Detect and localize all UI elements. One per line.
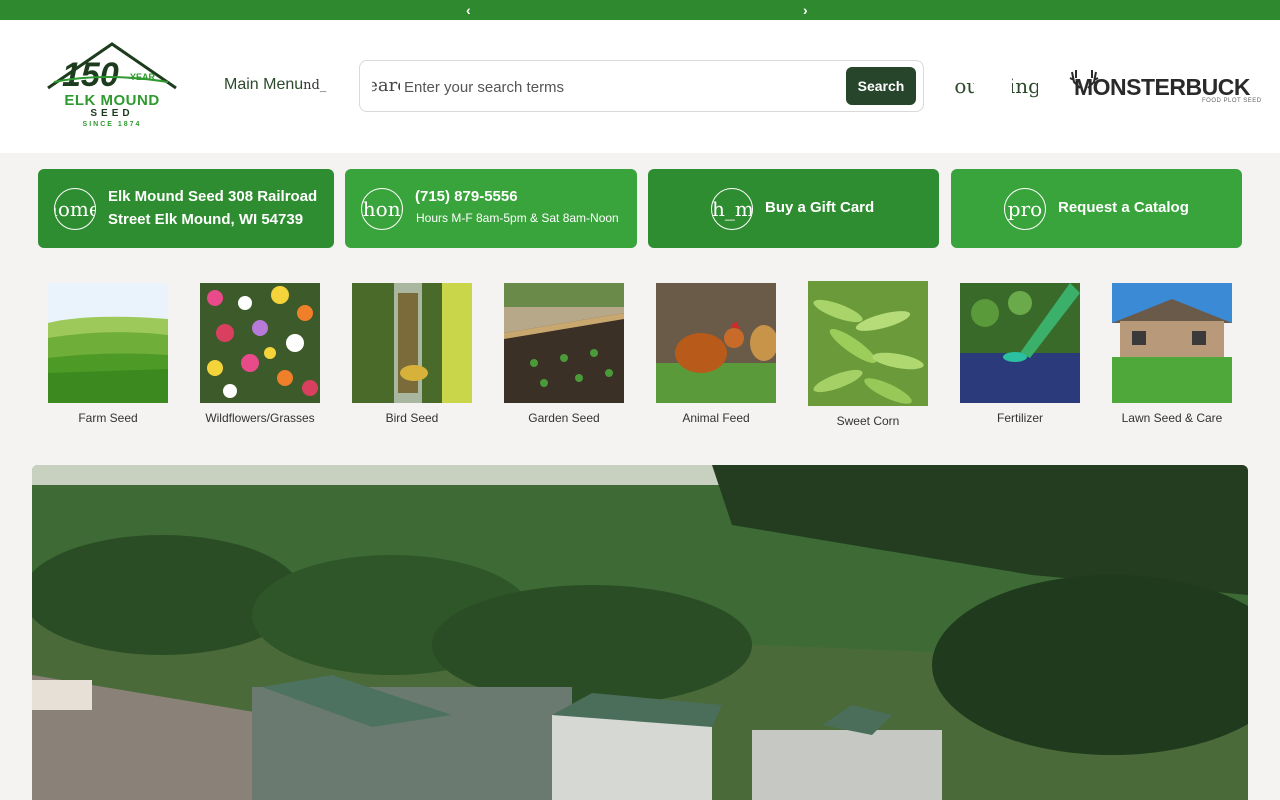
- category-wildflowers[interactable]: Wildflowers/Grasses: [200, 283, 320, 425]
- menu-icon: nd_: [303, 78, 327, 93]
- logo-seed-text: SEED: [90, 108, 134, 119]
- wildflowers-image: [200, 283, 320, 403]
- search-bar: search Search: [359, 60, 924, 112]
- category-label: Sweet Corn: [836, 414, 900, 428]
- main-menu-button[interactable]: Main Menund_: [224, 76, 328, 94]
- fertilizer-image: [960, 283, 1080, 403]
- category-farm-seed[interactable]: Farm Seed: [48, 283, 168, 425]
- monsterbuck-logo[interactable]: MONSTERBUCK FOOD PLOT SEED: [1066, 66, 1261, 110]
- site-header: 150 YEAR ELK MOUND SEED SINCE 1874 Main …: [0, 20, 1280, 153]
- search-icon: search: [372, 75, 400, 96]
- phone-number: (715) 879-5556: [415, 188, 518, 205]
- lawn-seed-image: [1112, 283, 1232, 403]
- account-icon[interactable]: account: [954, 74, 974, 98]
- garden-seed-image: [504, 283, 624, 403]
- bird-seed-image: [352, 283, 472, 403]
- catalog-icon: pro: [1004, 188, 1046, 230]
- farm-seed-image: [48, 283, 168, 403]
- carousel-prev-icon[interactable]: ‹: [466, 1, 471, 19]
- category-label: Wildflowers/Grasses: [205, 411, 315, 425]
- logo-brand-text: ELK MOUND: [64, 92, 160, 109]
- phone-card[interactable]: phone (715) 879-5556 Hours M-F 8am-5pm &…: [345, 169, 637, 248]
- gift-card-card[interactable]: h_m Buy a Gift Card: [648, 169, 939, 248]
- sweet-corn-image: [808, 281, 928, 406]
- category-lawn-seed[interactable]: Lawn Seed & Care: [1112, 283, 1232, 425]
- store-hours: Hours M-F 8am-5pm & Sat 8am-Noon: [416, 211, 619, 225]
- category-fertilizer[interactable]: Fertilizer: [960, 283, 1080, 425]
- svg-text:150: 150: [62, 56, 119, 94]
- address-card[interactable]: home Elk Mound Seed 308 Railroad Street …: [38, 169, 334, 248]
- category-sweet-corn[interactable]: Sweet Corn: [808, 281, 928, 428]
- monsterbuck-tagline: FOOD PLOT SEED: [1202, 98, 1262, 104]
- category-label: Garden Seed: [528, 411, 600, 425]
- logo-year-label: YEAR: [130, 72, 156, 82]
- monsterbuck-text: MONSTERBUCK: [1074, 74, 1250, 100]
- hero-image: [32, 465, 1248, 800]
- category-label: Bird Seed: [385, 411, 439, 425]
- search-input[interactable]: [404, 73, 834, 101]
- category-label: Farm Seed: [78, 411, 138, 425]
- category-garden-seed[interactable]: Garden Seed: [504, 283, 624, 425]
- elk-mound-seed-logo[interactable]: 150 YEAR ELK MOUND SEED SINCE 1874: [44, 42, 180, 130]
- main-menu-label: Main Menu: [224, 76, 304, 93]
- category-label: Fertilizer: [996, 411, 1043, 425]
- cart-icon[interactable]: shopping: [1012, 74, 1038, 98]
- animal-feed-image: [656, 283, 776, 403]
- address-text: Elk Mound Seed 308 Railroad Street Elk M…: [108, 188, 318, 228]
- gift-card-label: Buy a Gift Card: [765, 199, 875, 216]
- catalog-card[interactable]: pro Request a Catalog: [951, 169, 1242, 248]
- home-icon: home: [54, 188, 96, 230]
- gift-card-icon: h_m: [711, 188, 753, 230]
- announcement-bar: ‹ ›: [0, 0, 1280, 20]
- search-button[interactable]: Search: [846, 67, 916, 105]
- category-bird-seed[interactable]: Bird Seed: [352, 283, 472, 425]
- category-animal-feed[interactable]: Animal Feed: [656, 283, 776, 425]
- category-label: Animal Feed: [682, 411, 750, 425]
- logo-since-text: SINCE 1874: [82, 121, 142, 128]
- catalog-label: Request a Catalog: [1058, 199, 1189, 216]
- phone-icon: phone: [361, 188, 403, 230]
- category-label: Lawn Seed & Care: [1121, 411, 1223, 425]
- carousel-next-icon[interactable]: ›: [803, 1, 808, 19]
